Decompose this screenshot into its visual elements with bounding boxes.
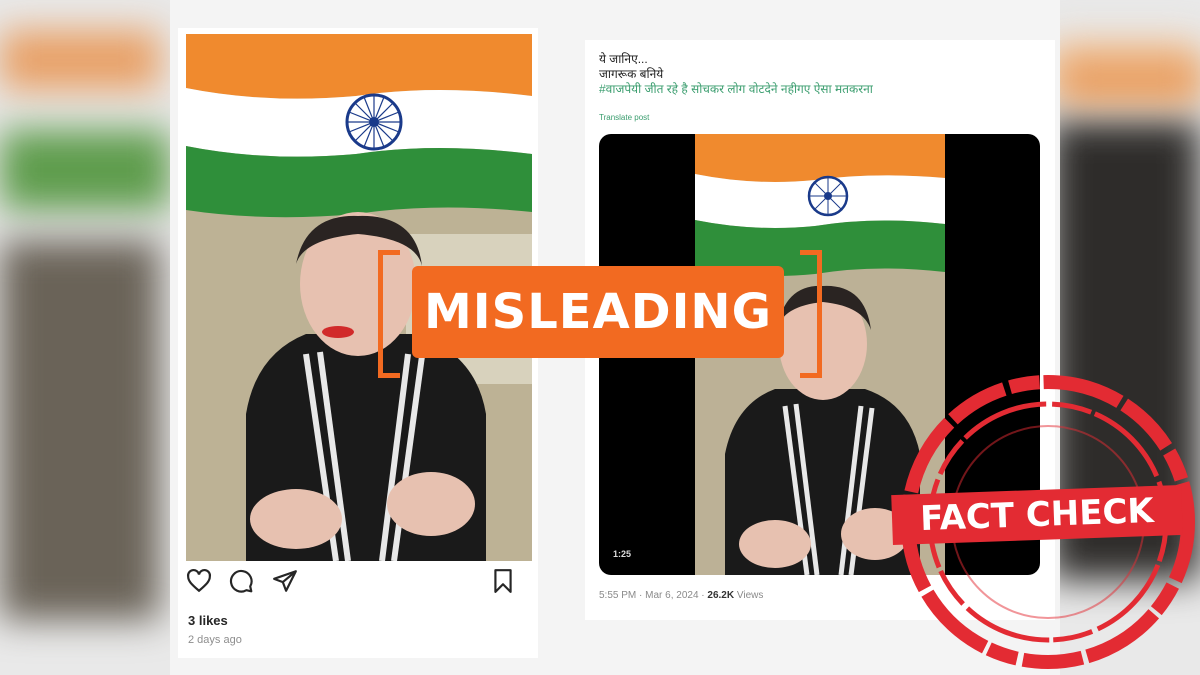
fact-check-label: FACT CHECK	[891, 484, 1183, 546]
heart-icon[interactable]	[186, 568, 214, 596]
tweet-line-1: ये जानिए...	[599, 52, 648, 66]
bg-blob	[1060, 60, 1200, 100]
share-icon[interactable]	[272, 568, 300, 596]
misleading-text: MISLEADING	[424, 284, 772, 340]
bg-blob	[0, 130, 170, 210]
tweet-meta: 5:55 PM · Mar 6, 2024 · 26.2K Views	[599, 590, 763, 601]
instagram-action-bar	[186, 568, 532, 598]
tweet-hashtag[interactable]: #वाजपेयी जीत रहे है सोचकर लोग वोटदेने नह…	[599, 82, 1039, 97]
tweet-date[interactable]: Mar 6, 2024	[645, 590, 698, 601]
right-bracket	[800, 250, 822, 378]
comment-icon[interactable]	[228, 568, 256, 596]
tweet-line-2: जागरूक बनिये	[599, 67, 664, 81]
bg-blob	[0, 240, 160, 620]
tweet-text: ये जानिए... जागरूक बनिये #वाजपेयी जीत रह…	[599, 52, 1039, 97]
tweet-time[interactable]: 5:55 PM	[599, 590, 636, 601]
left-bracket	[378, 250, 400, 378]
views-label: Views	[736, 590, 764, 601]
misleading-label: MISLEADING	[412, 266, 784, 358]
translate-post-link[interactable]: Translate post	[599, 113, 649, 122]
fact-check-text: FACT CHECK	[919, 490, 1155, 540]
video-duration: 1:25	[613, 549, 632, 559]
likes-count[interactable]: 3 likes	[188, 613, 228, 628]
bg-blob	[0, 30, 160, 90]
bookmark-icon[interactable]	[490, 568, 518, 596]
post-timestamp: 2 days ago	[188, 634, 242, 646]
views-count: 26.2K	[707, 590, 735, 601]
